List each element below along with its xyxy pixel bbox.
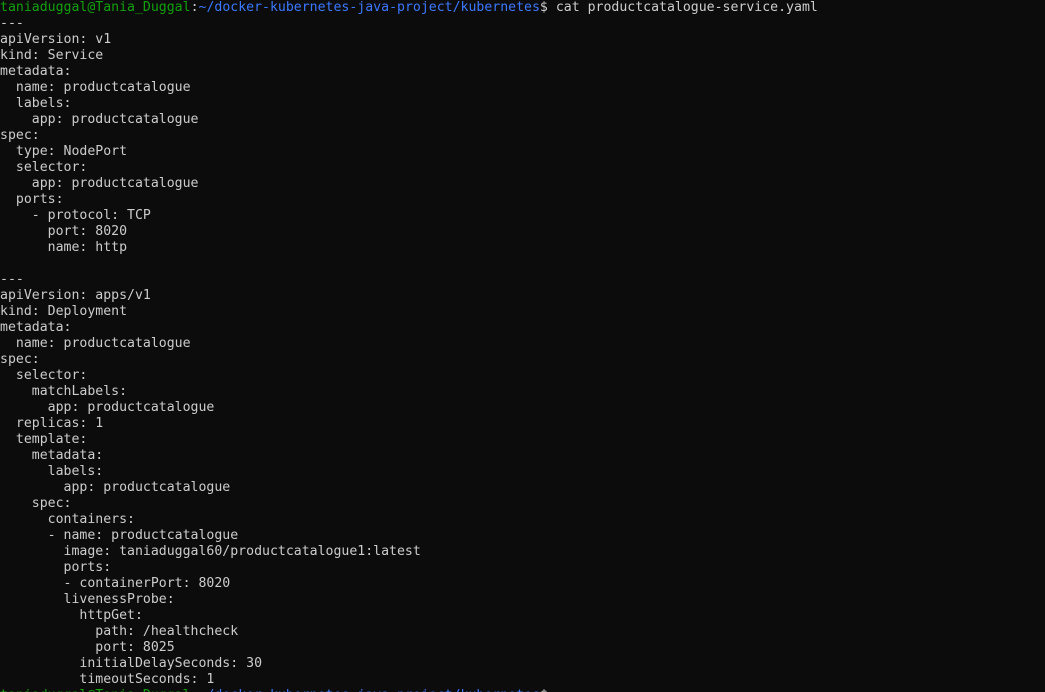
output-line: - protocol: TCP [0, 208, 151, 223]
output-line: selector: [0, 368, 88, 383]
output-line: httpGet: [0, 608, 143, 623]
output-line: template: [0, 432, 88, 447]
output-line: image: taniaduggal60/productcatalogue1:l… [0, 544, 421, 559]
output-line: name: productcatalogue [0, 80, 191, 95]
next-prompt-line: taniaduggal@Tania_Duggal:~/docker-kubern… [0, 688, 1045, 692]
output-line: spec: [0, 496, 72, 511]
next-prompt-dollar: $ [540, 688, 548, 692]
output-line: app: productcatalogue [0, 112, 199, 127]
output-line: ports: [0, 192, 64, 207]
command-output: --- apiVersion: v1 kind: Service metadata: … [0, 16, 1045, 688]
output-line: labels: [0, 464, 104, 479]
next-prompt-separator: : [191, 688, 199, 692]
output-line: initialDelaySeconds: 30 [0, 656, 263, 671]
output-line: path: /healthcheck [0, 624, 239, 639]
output-line: kind: Deployment [0, 304, 128, 319]
output-line: app: productcatalogue [0, 176, 199, 191]
output-line: selector: [0, 160, 88, 175]
output-line: name: productcatalogue [0, 336, 191, 351]
output-line: metadata: [0, 448, 104, 463]
output-line: name: http [0, 240, 128, 255]
output-line: - name: productcatalogue [0, 528, 239, 543]
output-line: replicas: 1 [0, 416, 104, 431]
output-line: port: 8020 [0, 224, 128, 239]
output-line: labels: [0, 96, 72, 111]
prompt-line: taniaduggal@Tania_Duggal:~/docker-kubern… [0, 0, 1045, 16]
prompt-dollar: $ [539, 0, 556, 15]
output-line: apiVersion: v1 [0, 32, 112, 47]
next-prompt-path: ~/docker-kubernetes-java-project/kuberne… [199, 688, 540, 692]
prompt-command: cat productcatalogue-service.yaml [555, 0, 818, 15]
output-line: livenessProbe: [0, 592, 175, 607]
output-line: --- [0, 16, 24, 31]
output-line: - containerPort: 8020 [0, 576, 231, 591]
terminal-window[interactable]: taniaduggal@Tania_Duggal:~/docker-kubern… [0, 0, 1045, 692]
output-line: port: 8025 [0, 640, 175, 655]
prompt-user-host: taniaduggal@Tania_Duggal [0, 0, 191, 15]
output-line: apiVersion: apps/v1 [0, 288, 151, 303]
output-line: app: productcatalogue [0, 400, 215, 415]
prompt-separator: : [190, 0, 199, 15]
output-line: containers: [0, 512, 135, 527]
next-prompt-user-host: taniaduggal@Tania_Duggal [0, 688, 191, 692]
output-line: matchLabels: [0, 384, 128, 399]
output-line: metadata: [0, 320, 72, 335]
prompt-path: ~/docker-kubernetes-java-project/kuberne… [198, 0, 540, 15]
output-line: app: productcatalogue [0, 480, 231, 495]
output-line: metadata: [0, 64, 72, 79]
output-line: timeoutSeconds: 1 [0, 672, 215, 687]
output-line: type: NodePort [0, 144, 128, 159]
output-line: spec: [0, 352, 40, 367]
output-line: spec: [0, 128, 40, 143]
output-line: --- [0, 272, 24, 287]
output-line: ports: [0, 560, 112, 575]
output-line: kind: Service [0, 48, 104, 63]
